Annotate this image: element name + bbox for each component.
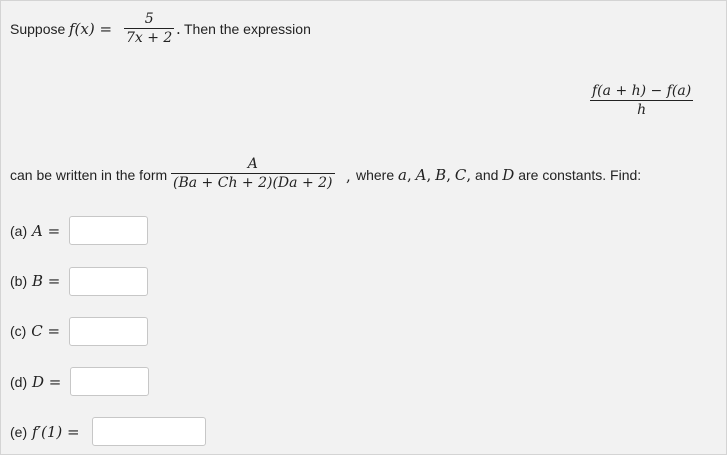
- f-definition-fraction: 5 7x + 2: [124, 10, 175, 47]
- part-a-variable: A =: [32, 222, 61, 240]
- part-c-variable: C =: [31, 322, 61, 340]
- answer-B-input[interactable]: [69, 267, 148, 296]
- form-intro-text: can be written in the form: [10, 167, 168, 183]
- part-d-variable: D =: [32, 373, 62, 391]
- answer-C-input[interactable]: [69, 317, 148, 346]
- intro-then-text: Then the expression: [184, 21, 311, 37]
- and-text: and: [475, 167, 499, 183]
- answer-f-prime-input[interactable]: [92, 417, 206, 446]
- problem-panel: Suppose f(x) = 5 7x + 2 . Then the expre…: [0, 0, 727, 455]
- part-b-label: (b) B =: [10, 272, 61, 290]
- intro-suppose-text: Suppose: [10, 21, 66, 37]
- part-a-label: (a) A =: [10, 222, 61, 240]
- comma: ,: [346, 167, 351, 185]
- var-a: a: [398, 166, 407, 184]
- var-A: A: [415, 166, 427, 184]
- var-B: B: [435, 166, 447, 184]
- var-D: D: [502, 166, 515, 184]
- f-of-x: f(x) =: [69, 20, 113, 38]
- difference-quotient-numerator: f(a + h) − f(a): [592, 83, 692, 99]
- part-d-label: (d) D =: [10, 373, 62, 391]
- constants-statement: where a, A, B, C, and D are constants. F…: [356, 166, 642, 184]
- answer-D-input[interactable]: [70, 367, 149, 396]
- target-form-numerator: A: [247, 156, 258, 172]
- part-e-variable: f′(1) =: [32, 423, 80, 441]
- part-e-label: (e) f′(1) =: [10, 423, 80, 441]
- where-text: where: [356, 167, 395, 183]
- f-denominator: 7x + 2: [126, 30, 173, 46]
- part-b-variable: B =: [32, 272, 61, 290]
- f-numerator: 5: [144, 11, 154, 27]
- difference-quotient: f(a + h) − f(a) h: [590, 82, 694, 119]
- constants-text: are constants. Find:: [518, 167, 642, 183]
- target-form-denominator: (Ba + Ch + 2)(Da + 2): [173, 175, 333, 191]
- part-c-label: (c) C =: [10, 322, 61, 340]
- answer-A-input[interactable]: [69, 216, 148, 245]
- var-C: C: [454, 166, 467, 184]
- period: .: [176, 20, 181, 38]
- difference-quotient-denominator: h: [637, 102, 647, 118]
- target-form-fraction: A (Ba + Ch + 2)(Da + 2): [171, 155, 335, 192]
